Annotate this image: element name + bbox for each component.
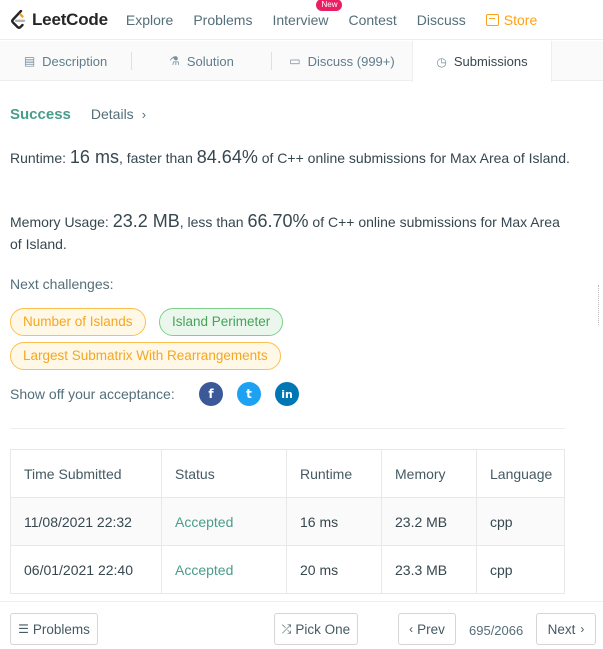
header-memory: Memory bbox=[381, 449, 477, 498]
chevron-right-icon: › bbox=[580, 622, 585, 636]
cell-status-link[interactable]: Accepted bbox=[161, 545, 287, 594]
comment-icon: ▭ bbox=[289, 54, 301, 68]
memory-summary: Memory Usage: 23.2 MB, less than 66.70% … bbox=[10, 210, 570, 255]
chevron-right-icon: › bbox=[141, 107, 147, 122]
cell-runtime: 20 ms bbox=[286, 545, 382, 594]
description-icon: ▤ bbox=[23, 54, 36, 68]
cell-memory: 23.2 MB bbox=[381, 497, 477, 546]
cell-language: cpp bbox=[476, 497, 565, 546]
runtime-percent: 84.64% bbox=[196, 147, 258, 167]
cell-language: cpp bbox=[476, 545, 565, 594]
challenge-island-perimeter[interactable]: Island Perimeter bbox=[159, 308, 284, 336]
linkedin-icon[interactable]: in bbox=[275, 382, 299, 406]
problems-button-label: Problems bbox=[32, 621, 90, 637]
tab-discuss[interactable]: ▭ Discuss (999+) bbox=[272, 41, 412, 81]
memory-value: 23.2 MB bbox=[112, 211, 180, 231]
cell-time: 11/08/2021 22:32 bbox=[10, 497, 162, 546]
tab-solution-label: Solution bbox=[186, 53, 234, 69]
nav-contest[interactable]: Contest bbox=[349, 12, 397, 28]
runtime-summary: Runtime: 16 ms, faster than 84.64% of C+… bbox=[10, 146, 570, 169]
memory-label: Memory Usage: bbox=[10, 214, 109, 230]
next-button[interactable]: Next › bbox=[536, 613, 596, 645]
tab-description-label: Description bbox=[42, 53, 108, 69]
table-header-row: Time Submitted Status Runtime Memory Lan… bbox=[10, 449, 565, 498]
tab-description[interactable]: ▤ Description bbox=[0, 41, 131, 81]
nav-problems[interactable]: Problems bbox=[193, 12, 252, 28]
cell-memory: 23.3 MB bbox=[381, 545, 477, 594]
table-row: 11/08/2021 22:32 Accepted 16 ms 23.2 MB … bbox=[10, 497, 565, 546]
list-icon: ☰ bbox=[18, 622, 29, 636]
tab-solution[interactable]: ⚗ Solution bbox=[132, 41, 271, 81]
nav-discuss[interactable]: Discuss bbox=[417, 12, 466, 28]
clock-icon: ◷ bbox=[436, 54, 447, 69]
memory-percent: 66.70% bbox=[247, 211, 309, 231]
share-label: Show off your acceptance: bbox=[10, 386, 175, 402]
cell-status-link[interactable]: Accepted bbox=[161, 497, 287, 546]
problem-counter: 695/2066 bbox=[469, 623, 524, 638]
prev-button[interactable]: ‹ Prev bbox=[398, 613, 456, 645]
chevron-left-icon: ‹ bbox=[409, 622, 414, 636]
next-label: Next bbox=[547, 621, 576, 637]
runtime-mid: , faster than bbox=[118, 150, 193, 166]
prev-label: Prev bbox=[417, 621, 445, 637]
challenge-number-of-islands[interactable]: Number of Islands bbox=[10, 308, 146, 336]
header-status: Status bbox=[161, 449, 287, 498]
shuffle-icon: ⤮ bbox=[281, 621, 292, 636]
bottom-bar: ☰ Problems ⤮ Pick One ‹ Prev 695/2066 Ne… bbox=[0, 601, 603, 649]
twitter-icon[interactable]: t bbox=[237, 382, 261, 406]
cell-runtime: 16 ms bbox=[286, 497, 382, 546]
details-label: Details bbox=[90, 106, 134, 122]
details-link[interactable]: Details › bbox=[91, 106, 146, 122]
next-challenges-label: Next challenges: bbox=[10, 276, 114, 292]
submission-result: Success Details › Runtime: 16 ms, faster … bbox=[10, 96, 570, 429]
panel-resize-handle[interactable] bbox=[598, 285, 601, 325]
pick-one-button[interactable]: ⤮ Pick One bbox=[274, 613, 358, 645]
memory-mid: , less than bbox=[179, 214, 244, 230]
challenge-largest-submatrix[interactable]: Largest Submatrix With Rearrangements bbox=[10, 342, 281, 370]
nav-explore[interactable]: Explore bbox=[126, 12, 173, 28]
logo[interactable]: LeetCode bbox=[10, 9, 108, 30]
runtime-value: 16 ms bbox=[69, 147, 119, 167]
problem-tabs: ▤ Description ⚗ Solution ▭ Discuss (999+… bbox=[0, 41, 603, 82]
nav-store[interactable]: Store bbox=[485, 11, 538, 28]
status-line: Success Details › bbox=[10, 96, 570, 132]
nav-interview-label: Interview bbox=[272, 11, 329, 28]
cell-time: 06/01/2021 22:40 bbox=[10, 545, 162, 594]
new-badge: New bbox=[316, 0, 343, 11]
runtime-label: Runtime: bbox=[10, 150, 67, 166]
header-time: Time Submitted bbox=[10, 449, 162, 498]
table-row: 06/01/2021 22:40 Accepted 20 ms 23.3 MB … bbox=[10, 545, 565, 594]
tab-discuss-label: Discuss (999+) bbox=[307, 53, 395, 69]
header-runtime: Runtime bbox=[286, 449, 382, 498]
pick-one-label: Pick One bbox=[295, 621, 351, 637]
tab-submissions-label: Submissions bbox=[453, 54, 528, 69]
submissions-table: Time Submitted Status Runtime Memory Lan… bbox=[10, 449, 565, 594]
logo-text: LeetCode bbox=[32, 9, 108, 29]
runtime-tail: of C++ online submissions for Max Area o… bbox=[261, 150, 570, 166]
tab-submissions[interactable]: ◷ Submissions bbox=[412, 41, 552, 82]
store-icon bbox=[485, 13, 499, 26]
leetcode-logo-icon bbox=[11, 9, 26, 29]
facebook-icon[interactable]: f bbox=[199, 382, 223, 406]
nav-interview[interactable]: Interview New bbox=[272, 0, 343, 28]
flask-icon: ⚗ bbox=[169, 54, 180, 68]
problems-button[interactable]: ☰ Problems bbox=[10, 613, 98, 645]
nav-store-label: Store bbox=[503, 11, 538, 28]
divider bbox=[10, 428, 565, 429]
header-language: Language bbox=[476, 449, 565, 498]
status-success: Success bbox=[10, 105, 71, 123]
top-navbar: LeetCode Explore Problems Interview New … bbox=[0, 0, 603, 40]
